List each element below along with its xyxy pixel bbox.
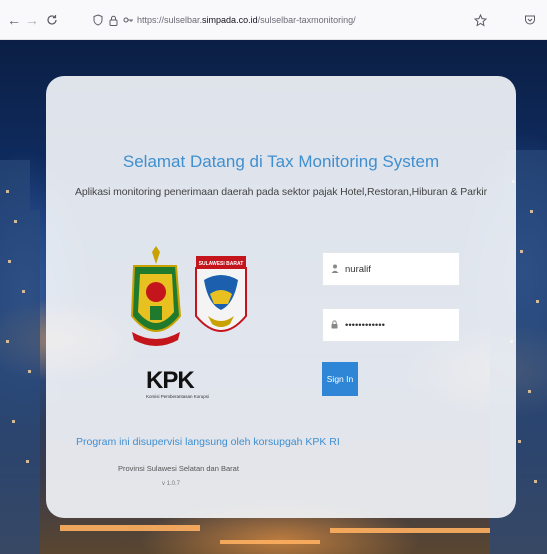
url-suffix: /sulselbar-taxmonitoring/	[257, 15, 356, 25]
shield-icon[interactable]	[92, 13, 104, 27]
kpk-subtitle: Komisi Pemberantasan Korupsi	[146, 394, 210, 399]
username-input[interactable]	[345, 263, 455, 275]
kpk-logo: KPK Komisi Pemberantasan Korupsi	[146, 368, 210, 414]
pocket-icon[interactable]	[520, 10, 540, 30]
page-subtitle: Aplikasi monitoring penerimaan daerah pa…	[74, 186, 488, 198]
reload-icon[interactable]	[42, 10, 62, 30]
star-icon[interactable]	[470, 10, 490, 30]
page-content: Selamat Datang di Tax Monitoring System …	[0, 40, 547, 554]
url-prefix: https://sulselbar.	[137, 15, 203, 25]
government-logos: SULAWESI BARAT	[130, 246, 247, 346]
province-text: Provinsi Sulawesi Selatan dan Barat	[118, 464, 239, 473]
password-field[interactable]	[322, 308, 460, 342]
forward-icon[interactable]: →	[22, 10, 42, 30]
sign-in-button[interactable]: Sign In	[322, 362, 358, 396]
password-input[interactable]	[345, 319, 455, 331]
page-title: Selamat Datang di Tax Monitoring System	[122, 152, 440, 171]
url-host: simpada.co.id	[202, 15, 258, 25]
user-icon	[331, 264, 341, 275]
kpk-letters: KPK	[146, 367, 195, 394]
seal-label: SULAWESI BARAT	[199, 261, 244, 267]
program-supervision-text: Program ini disupervisi langsung oleh ko…	[76, 436, 340, 448]
sulbar-seal-icon: SULAWESI BARAT	[195, 256, 247, 332]
version-label: v 1.0.7	[162, 481, 181, 487]
sulsel-emblem-icon	[130, 246, 182, 346]
browser-toolbar: ← → https://sulselbar.simpada.co.id/suls…	[0, 0, 547, 40]
lock-icon	[331, 319, 341, 331]
back-icon[interactable]: ←	[4, 10, 24, 30]
lock-icon[interactable]	[107, 13, 119, 27]
url-text: https://sulselbar.simpada.co.id/sulselba…	[137, 15, 356, 25]
permissions-icon[interactable]	[122, 13, 134, 27]
username-field[interactable]	[322, 252, 460, 286]
kpk-logo-text: KPK	[146, 368, 206, 394]
address-bar[interactable]: https://sulselbar.simpada.co.id/sulselba…	[92, 8, 502, 32]
login-card: Selamat Datang di Tax Monitoring System …	[46, 76, 516, 518]
